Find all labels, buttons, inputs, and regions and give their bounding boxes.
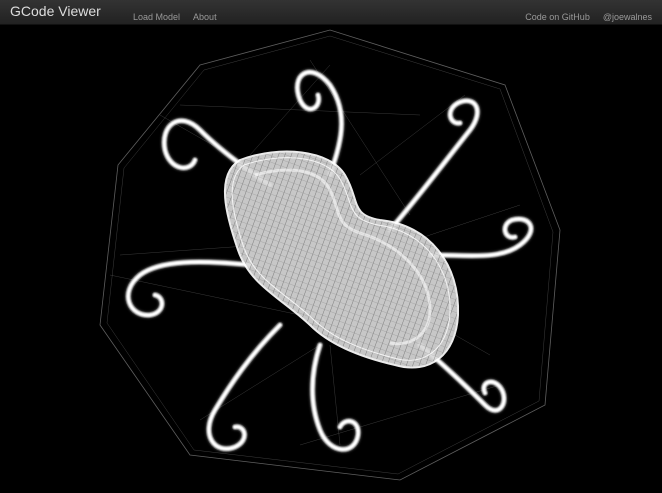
nav-item-about: About	[193, 7, 217, 25]
nav-right-menu: Code on GitHub @joewalnes	[525, 7, 652, 25]
top-navbar: GCode Viewer Load Model About Code on Gi…	[0, 0, 662, 25]
tentacle-5	[125, 259, 253, 319]
tentacle-4	[427, 216, 534, 259]
octopus-body	[223, 150, 460, 369]
about-link[interactable]: About	[193, 12, 217, 22]
tentacle-6-layer-2	[207, 323, 282, 451]
nav-left-menu: Load Model About	[133, 7, 217, 25]
nav-item-load-model: Load Model	[133, 7, 180, 25]
nav-item-github: Code on GitHub	[525, 7, 590, 25]
tentacle-6	[206, 322, 283, 452]
gcode-3d-viewport[interactable]	[0, 25, 662, 493]
gcode-model-render[interactable]	[0, 25, 662, 493]
load-model-link[interactable]: Load Model	[133, 12, 180, 22]
tentacle-3	[387, 98, 481, 233]
tentacle-3-layer-1	[387, 98, 481, 233]
tentacle-5-layer-3	[127, 260, 252, 317]
twitter-handle-link[interactable]: @joewalnes	[603, 12, 652, 22]
github-link[interactable]: Code on GitHub	[525, 12, 590, 22]
brand-link[interactable]: GCode Viewer	[10, 3, 101, 19]
nav-item-twitter: @joewalnes	[603, 7, 652, 25]
body-shell	[223, 150, 460, 369]
